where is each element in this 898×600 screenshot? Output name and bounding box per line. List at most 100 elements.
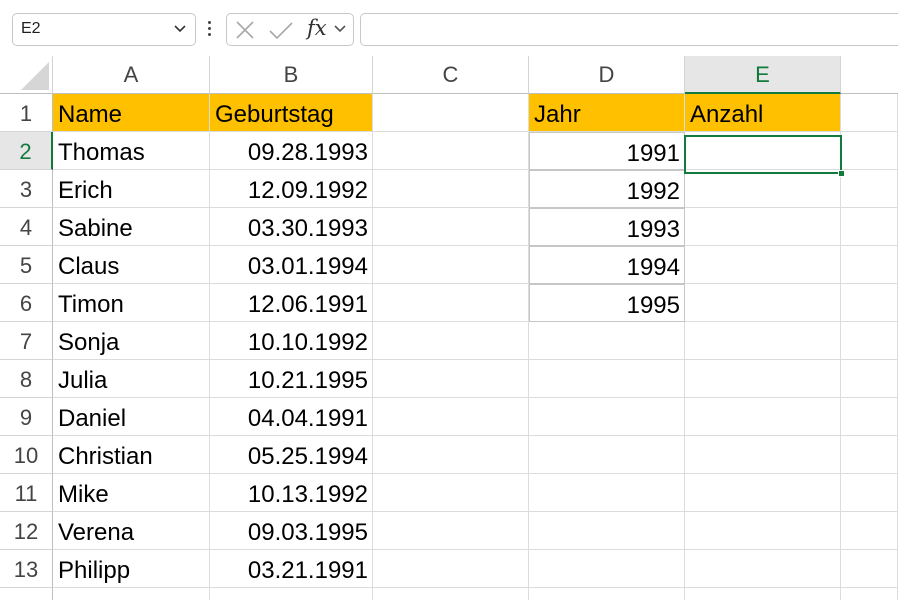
column-header-a[interactable]: A (53, 56, 210, 94)
cell-a1[interactable]: Name (53, 94, 210, 132)
fill-handle[interactable] (838, 170, 845, 177)
cell-c8[interactable] (373, 360, 529, 398)
cell-f7[interactable] (841, 322, 898, 360)
cell-d14[interactable] (529, 588, 685, 600)
cell-e1[interactable]: Anzahl (685, 94, 841, 132)
cell-d5[interactable]: 1994 (529, 246, 685, 284)
cell-a6[interactable]: Timon (53, 284, 210, 322)
cell-a14[interactable] (53, 588, 210, 600)
cell-d2[interactable]: 1991 (529, 132, 685, 170)
column-header-d[interactable]: D (529, 56, 685, 94)
cell-c14[interactable] (373, 588, 529, 600)
row-header-11[interactable]: 11 (0, 474, 53, 512)
column-header-f[interactable] (841, 56, 898, 94)
cell-d11[interactable] (529, 474, 685, 512)
cell-b12[interactable]: 09.03.1995 (210, 512, 373, 550)
cell-a7[interactable]: Sonja (53, 322, 210, 360)
cell-a13[interactable]: Philipp (53, 550, 210, 588)
cell-d13[interactable] (529, 550, 685, 588)
chevron-down-icon[interactable] (173, 24, 187, 34)
cell-d6[interactable]: 1995 (529, 284, 685, 322)
cell-a10[interactable]: Christian (53, 436, 210, 474)
cell-a12[interactable]: Verena (53, 512, 210, 550)
cell-e8[interactable] (685, 360, 841, 398)
row-header-14[interactable] (0, 588, 53, 600)
cell-c3[interactable] (373, 170, 529, 208)
cell-a2[interactable]: Thomas (53, 132, 210, 170)
cell-e14[interactable] (685, 588, 841, 600)
chevron-down-icon[interactable] (333, 24, 347, 34)
cell-f10[interactable] (841, 436, 898, 474)
column-header-e[interactable]: E (685, 56, 841, 94)
cell-c11[interactable] (373, 474, 529, 512)
cell-b1[interactable]: Geburtstag (210, 94, 373, 132)
cell-c10[interactable] (373, 436, 529, 474)
row-header-2[interactable]: 2 (0, 132, 53, 170)
cell-c1[interactable] (373, 94, 529, 132)
cell-e10[interactable] (685, 436, 841, 474)
cell-b14[interactable] (210, 588, 373, 600)
cell-e11[interactable] (685, 474, 841, 512)
cell-d9[interactable] (529, 398, 685, 436)
cell-d7[interactable] (529, 322, 685, 360)
cell-e9[interactable] (685, 398, 841, 436)
check-icon[interactable] (269, 22, 293, 40)
active-cell-selection[interactable] (684, 135, 845, 177)
cell-e12[interactable] (685, 512, 841, 550)
row-header-3[interactable]: 3 (0, 170, 53, 208)
row-header-12[interactable]: 12 (0, 512, 53, 550)
cell-e3[interactable] (685, 170, 841, 208)
select-all-corner[interactable] (0, 56, 53, 94)
cell-d3[interactable]: 1992 (529, 170, 685, 208)
row-header-9[interactable]: 9 (0, 398, 53, 436)
cancel-icon[interactable] (235, 21, 255, 39)
cell-f2[interactable] (841, 132, 898, 170)
cell-e7[interactable] (685, 322, 841, 360)
name-box[interactable]: E2 (12, 13, 196, 46)
cell-e6[interactable] (685, 284, 841, 322)
cell-b5[interactable]: 03.01.1994 (210, 246, 373, 284)
cell-b3[interactable]: 12.09.1992 (210, 170, 373, 208)
cell-f8[interactable] (841, 360, 898, 398)
cell-e5[interactable] (685, 246, 841, 284)
cell-a9[interactable]: Daniel (53, 398, 210, 436)
cell-b13[interactable]: 03.21.1991 (210, 550, 373, 588)
column-header-c[interactable]: C (373, 56, 529, 94)
cell-f5[interactable] (841, 246, 898, 284)
cell-c12[interactable] (373, 512, 529, 550)
cell-c13[interactable] (373, 550, 529, 588)
row-header-8[interactable]: 8 (0, 360, 53, 398)
cell-a8[interactable]: Julia (53, 360, 210, 398)
cell-b7[interactable]: 10.10.1992 (210, 322, 373, 360)
insert-function-icon[interactable]: fx (307, 16, 327, 40)
cell-a4[interactable]: Sabine (53, 208, 210, 246)
cell-d12[interactable] (529, 512, 685, 550)
cell-a5[interactable]: Claus (53, 246, 210, 284)
row-header-6[interactable]: 6 (0, 284, 53, 322)
cell-e4[interactable] (685, 208, 841, 246)
cell-f4[interactable] (841, 208, 898, 246)
column-header-b[interactable]: B (210, 56, 373, 94)
cell-d10[interactable] (529, 436, 685, 474)
row-header-4[interactable]: 4 (0, 208, 53, 246)
cell-a11[interactable]: Mike (53, 474, 210, 512)
formula-input[interactable] (360, 13, 898, 46)
cell-f9[interactable] (841, 398, 898, 436)
cell-c2[interactable] (373, 132, 529, 170)
cell-c7[interactable] (373, 322, 529, 360)
row-header-5[interactable]: 5 (0, 246, 53, 284)
cell-f12[interactable] (841, 512, 898, 550)
cell-c5[interactable] (373, 246, 529, 284)
cell-e13[interactable] (685, 550, 841, 588)
cell-b4[interactable]: 03.30.1993 (210, 208, 373, 246)
row-header-13[interactable]: 13 (0, 550, 53, 588)
cell-d8[interactable] (529, 360, 685, 398)
cell-c9[interactable] (373, 398, 529, 436)
cell-b6[interactable]: 12.06.1991 (210, 284, 373, 322)
cell-f13[interactable] (841, 550, 898, 588)
cell-b9[interactable]: 04.04.1991 (210, 398, 373, 436)
cell-f14[interactable] (841, 588, 898, 600)
cell-a3[interactable]: Erich (53, 170, 210, 208)
cell-b8[interactable]: 10.21.1995 (210, 360, 373, 398)
row-header-7[interactable]: 7 (0, 322, 53, 360)
